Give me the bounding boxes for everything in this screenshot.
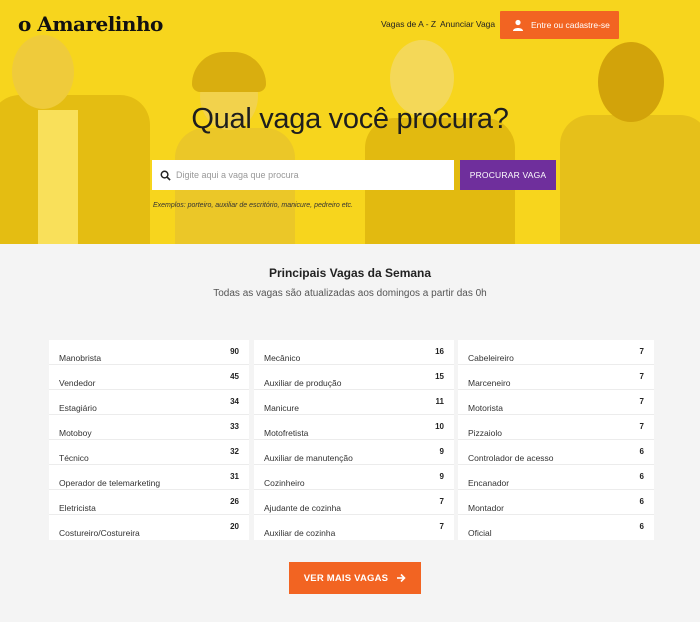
job-name: Auxiliar de cozinha — [264, 528, 336, 538]
job-row[interactable]: Cozinheiro 9 — [254, 465, 454, 490]
job-count: 26 — [230, 497, 239, 506]
job-count: 34 — [230, 397, 239, 406]
job-name: Manicure — [264, 403, 299, 413]
job-name: Cozinheiro — [264, 478, 305, 488]
job-row[interactable]: Mecânico 16 — [254, 340, 454, 365]
job-row[interactable]: Cabeleireiro 7 — [458, 340, 654, 365]
job-count: 9 — [439, 472, 444, 481]
job-row[interactable]: Marceneiro 7 — [458, 365, 654, 390]
job-name: Oficial — [468, 528, 492, 538]
job-name: Técnico — [59, 453, 89, 463]
job-count: 9 — [439, 447, 444, 456]
job-row[interactable]: Motoboy 33 — [49, 415, 249, 440]
job-row[interactable]: Encanador 6 — [458, 465, 654, 490]
job-row[interactable]: Técnico 32 — [49, 440, 249, 465]
job-row[interactable]: Auxiliar de manutenção 9 — [254, 440, 454, 465]
job-name: Operador de telemarketing — [59, 478, 161, 488]
job-count: 32 — [230, 447, 239, 456]
search-box[interactable] — [152, 160, 454, 190]
job-count: 45 — [230, 372, 239, 381]
job-name: Mecânico — [264, 353, 301, 363]
see-more-jobs-label: VER MAIS VAGAS — [303, 572, 389, 584]
job-row[interactable]: Estagiário 34 — [49, 390, 249, 415]
job-name: Motoboy — [59, 428, 92, 438]
job-count: 10 — [435, 422, 444, 431]
job-count: 7 — [439, 497, 444, 506]
hero-title: Qual vaga você procura? — [191, 103, 509, 135]
job-name: Costureiro/Costureira — [59, 528, 140, 538]
see-more-jobs-button[interactable]: VER MAIS VAGAS — [289, 562, 421, 594]
nav-vagas-a-z[interactable]: Vagas de A - Z — [381, 19, 436, 29]
job-name: Auxiliar de manutenção — [264, 453, 353, 463]
job-count: 90 — [230, 347, 239, 356]
job-name: Motofretista — [264, 428, 309, 438]
jobs-column-2: Mecânico 16 Auxiliar de produção 15 Manicu… — [254, 340, 454, 540]
search-input[interactable] — [176, 170, 446, 180]
job-count: 11 — [435, 397, 444, 406]
job-row[interactable]: Manicure 11 — [254, 390, 454, 415]
job-row[interactable]: Montador 6 — [458, 490, 654, 515]
job-name: Montador — [468, 503, 504, 513]
job-name: Cabeleireiro — [468, 353, 514, 363]
job-name: Estagiário — [59, 403, 97, 413]
job-count: 33 — [230, 422, 239, 431]
job-count: 7 — [639, 372, 644, 381]
user-icon — [513, 19, 523, 31]
section-title: Principais Vagas da Semana — [268, 266, 432, 280]
job-count: 20 — [230, 522, 239, 531]
jobs-column-3: Cabeleireiro 7 Marceneiro 7 Motorista 7 Piz… — [458, 340, 654, 540]
job-count: 31 — [230, 472, 239, 481]
job-count: 7 — [439, 522, 444, 531]
job-row[interactable]: Ajudante de cozinha 7 — [254, 490, 454, 515]
login-button[interactable]: Entre ou cadastre-se — [500, 11, 619, 39]
job-name: Pizzaiolo — [468, 428, 503, 438]
job-count: 7 — [639, 347, 644, 356]
job-row[interactable]: Vendedor 45 — [49, 365, 249, 390]
job-name: Ajudante de cozinha — [264, 503, 342, 513]
section-subtitle: Todas as vagas são atualizadas aos domin… — [213, 288, 487, 299]
search-examples: Exemplos: porteiro, auxiliar de escritór… — [153, 202, 353, 209]
jobs-column-1: Manobrista 90 Vendedor 45 Estagiário 34 Mot… — [49, 340, 249, 540]
job-row[interactable]: Auxiliar de cozinha 7 — [254, 515, 454, 540]
job-name: Motorista — [468, 403, 503, 413]
arrow-right-icon — [397, 573, 406, 583]
job-name: Vendedor — [59, 378, 96, 388]
job-name: Controlador de acesso — [468, 453, 554, 463]
site-logo[interactable]: o Amarelinho — [18, 12, 163, 36]
job-name: Encanador — [468, 478, 510, 488]
job-name: Marceneiro — [468, 378, 511, 388]
job-name: Manobrista — [59, 353, 102, 363]
job-count: 7 — [639, 422, 644, 431]
job-count: 16 — [435, 347, 444, 356]
job-count: 15 — [435, 372, 444, 381]
job-row[interactable]: Auxiliar de produção 15 — [254, 365, 454, 390]
hero-banner: o Amarelinho Vagas de A - Z Anunciar Vag… — [0, 0, 700, 244]
job-row[interactable]: Motorista 7 — [458, 390, 654, 415]
job-row[interactable]: Eletricista 26 — [49, 490, 249, 515]
job-row[interactable]: Operador de telemarketing 31 — [49, 465, 249, 490]
job-row[interactable]: Costureiro/Costureira 20 — [49, 515, 249, 540]
nav-anunciar-vaga[interactable]: Anunciar Vaga — [440, 19, 495, 29]
job-count: 6 — [639, 497, 644, 506]
job-row[interactable]: Oficial 6 — [458, 515, 654, 540]
job-row[interactable]: Controlador de acesso 6 — [458, 440, 654, 465]
job-name: Auxiliar de produção — [264, 378, 342, 388]
job-row[interactable]: Pizzaiolo 7 — [458, 415, 654, 440]
job-name: Eletricista — [59, 503, 96, 513]
job-row[interactable]: Manobrista 90 — [49, 340, 249, 365]
job-count: 6 — [639, 472, 644, 481]
search-icon — [160, 170, 171, 181]
job-count: 7 — [639, 397, 644, 406]
login-button-label: Entre ou cadastre-se — [531, 20, 610, 30]
job-count: 6 — [639, 447, 644, 456]
job-row[interactable]: Motofretista 10 — [254, 415, 454, 440]
job-count: 6 — [639, 522, 644, 531]
search-button[interactable]: PROCURAR VAGA — [460, 160, 556, 190]
